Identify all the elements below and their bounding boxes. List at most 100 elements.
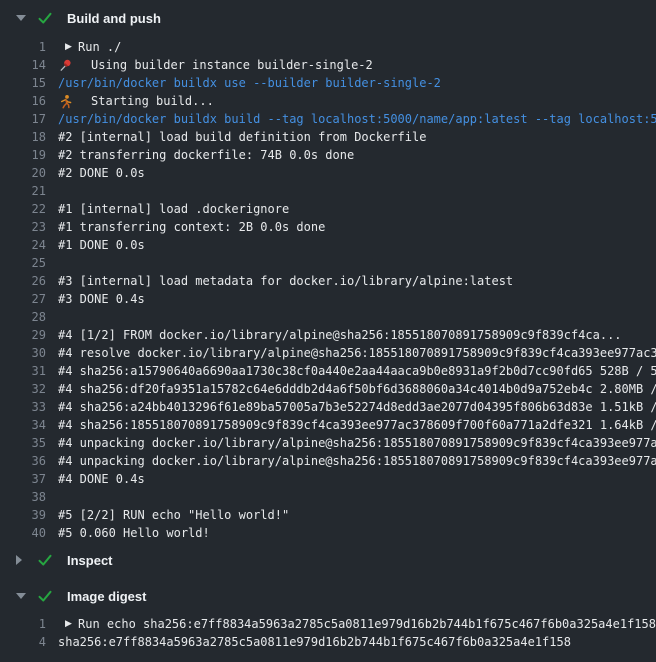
line-number-link[interactable]: 1 (0, 38, 46, 56)
run-group-toggle-icon[interactable]: ▶ (65, 615, 78, 633)
log-text: #4 sha256:a15790640a6690aa1730c38cf0a440… (58, 362, 656, 380)
line-number-link[interactable]: 30 (0, 344, 46, 362)
log-text: Run echo sha256:e7ff8834a5963a2785c5a081… (78, 615, 656, 633)
line-number-link[interactable]: 36 (0, 452, 46, 470)
line-number-link[interactable]: 23 (0, 218, 46, 236)
log-line: 4 sha256:e7ff8834a5963a2785c5a0811e979d16… (0, 633, 656, 651)
chevron-down-icon (16, 15, 28, 21)
log-text: #4 unpacking docker.io/library/alpine@sh… (58, 452, 656, 470)
log-lines-build-and-push[interactable]: 1 ▶Run ./ 14 Using builder instance builder… (0, 38, 656, 542)
log-text: #2 [internal] load build definition from… (58, 128, 426, 146)
log-text: #5 0.060 Hello world! (58, 524, 210, 542)
log-line: 27 #3 DONE 0.4s (0, 290, 656, 308)
runner-icon (58, 94, 73, 109)
line-number-link[interactable]: 31 (0, 362, 46, 380)
log-line: 22 #1 [internal] load .dockerignore (0, 200, 656, 218)
log-text: #4 DONE 0.4s (58, 470, 145, 488)
log-text: #3 DONE 0.4s (58, 290, 145, 308)
line-number-link[interactable]: 39 (0, 506, 46, 524)
log-text-command: /usr/bin/docker buildx build --tag local… (58, 110, 656, 128)
line-number-link[interactable]: 40 (0, 524, 46, 542)
section-header-build-and-push[interactable]: Build and push (0, 4, 656, 32)
log-text: #4 sha256:a24bb4013296f61e89ba57005a7b3e… (58, 398, 656, 416)
log-text: #2 DONE 0.0s (58, 164, 145, 182)
line-number-link[interactable]: 25 (0, 254, 46, 272)
log-line: 28 (0, 308, 656, 326)
log-text: #4 unpacking docker.io/library/alpine@sh… (58, 434, 656, 452)
log-text: sha256:e7ff8834a5963a2785c5a0811e979d16b… (58, 633, 571, 651)
log-text: #4 sha256:df20fa9351a15782c64e6dddb2d4a6… (58, 380, 656, 398)
job-log-panel: Build and push1▶Run ./14Using builder in… (0, 4, 656, 651)
log-line: 39 #5 [2/2] RUN echo "Hello world!" (0, 506, 656, 524)
log-text: Using builder instance builder-single-2 (91, 56, 373, 74)
log-line: 19 #2 transferring dockerfile: 74B 0.0s d… (0, 146, 656, 164)
log-line: 34 #4 sha256:185518070891758909c9f839cf4c… (0, 416, 656, 434)
line-number-link[interactable]: 37 (0, 470, 46, 488)
section-title: Build and push (67, 11, 161, 26)
line-number-link[interactable]: 16 (0, 92, 46, 110)
line-number-link[interactable]: 14 (0, 56, 46, 74)
log-line: 16 Starting build... (0, 92, 656, 110)
log-text: #5 [2/2] RUN echo "Hello world!" (58, 506, 289, 524)
log-line: 33 #4 sha256:a24bb4013296f61e89ba57005a7b… (0, 398, 656, 416)
chevron-right-icon (16, 555, 28, 565)
log-line: 1 ▶Run ./ (0, 38, 656, 56)
check-icon (37, 10, 53, 26)
line-number-link[interactable]: 20 (0, 164, 46, 182)
chevron-down-glyph (16, 15, 26, 21)
log-text: #2 transferring dockerfile: 74B 0.0s don… (58, 146, 354, 164)
chevron-down-glyph (16, 593, 26, 599)
line-number-link[interactable]: 35 (0, 434, 46, 452)
line-number-link[interactable]: 24 (0, 236, 46, 254)
log-line: 17/usr/bin/docker buildx build --tag loc… (0, 110, 656, 128)
pushpin-icon (58, 58, 73, 73)
log-line: 29 #4 [1/2] FROM docker.io/library/alpine… (0, 326, 656, 344)
line-number-link[interactable]: 18 (0, 128, 46, 146)
log-line: 1 ▶Run echo sha256:e7ff8834a5963a2785c5a0… (0, 615, 656, 633)
log-text: #1 [internal] load .dockerignore (58, 200, 289, 218)
log-text: #3 [internal] load metadata for docker.i… (58, 272, 513, 290)
line-number-link[interactable]: 17 (0, 110, 46, 128)
line-number-link[interactable]: 32 (0, 380, 46, 398)
log-line: 18 #2 [internal] load build definition fr… (0, 128, 656, 146)
check-icon (37, 552, 53, 568)
line-number-link[interactable]: 33 (0, 398, 46, 416)
line-number-link[interactable]: 21 (0, 182, 46, 200)
pushpin-icon-wrap (58, 58, 75, 73)
log-line: 40 #5 0.060 Hello world! (0, 524, 656, 542)
chevron-down-icon (16, 593, 28, 599)
line-number-link[interactable]: 29 (0, 326, 46, 344)
log-line: 23 #1 transferring context: 2B 0.0s done (0, 218, 656, 236)
log-text: Starting build... (91, 92, 214, 110)
log-line: 35 #4 unpacking docker.io/library/alpine@… (0, 434, 656, 452)
line-number-link[interactable]: 1 (0, 615, 46, 633)
line-number-link[interactable]: 15 (0, 74, 46, 92)
log-text: #4 sha256:185518070891758909c9f839cf4ca3… (58, 416, 656, 434)
log-line: 31 #4 sha256:a15790640a6690aa1730c38cf0a4… (0, 362, 656, 380)
log-line: 25 (0, 254, 656, 272)
section-header-inspect[interactable]: Inspect (0, 546, 656, 574)
log-lines-image-digest[interactable]: 1 ▶Run echo sha256:e7ff8834a5963a2785c5a0… (0, 615, 656, 651)
log-text: #1 transferring context: 2B 0.0s done (58, 218, 325, 236)
log-line: 36 #4 unpacking docker.io/library/alpine@… (0, 452, 656, 470)
line-number-link[interactable]: 28 (0, 308, 46, 326)
log-text: #4 resolve docker.io/library/alpine@sha2… (58, 344, 656, 362)
log-line: 32 #4 sha256:df20fa9351a15782c64e6dddb2d4… (0, 380, 656, 398)
section-title: Image digest (67, 589, 146, 604)
log-line: 26 #3 [internal] load metadata for docker… (0, 272, 656, 290)
runner-icon-wrap (58, 94, 75, 109)
line-number-link[interactable]: 22 (0, 200, 46, 218)
log-line: 24#1 DONE 0.0s (0, 236, 656, 254)
log-text: #4 [1/2] FROM docker.io/library/alpine@s… (58, 326, 622, 344)
run-group-toggle-icon[interactable]: ▶ (65, 38, 78, 56)
section-header-image-digest[interactable]: Image digest (0, 582, 656, 610)
line-number-link[interactable]: 26 (0, 272, 46, 290)
line-number-link[interactable]: 38 (0, 488, 46, 506)
line-number-link[interactable]: 34 (0, 416, 46, 434)
line-number-link[interactable]: 19 (0, 146, 46, 164)
log-line: 20 #2 DONE 0.0s (0, 164, 656, 182)
line-number-link[interactable]: 4 (0, 633, 46, 651)
log-text: Run ./ (78, 38, 121, 56)
line-number-link[interactable]: 27 (0, 290, 46, 308)
log-line: 14 Using builder instance builder-single-… (0, 56, 656, 74)
